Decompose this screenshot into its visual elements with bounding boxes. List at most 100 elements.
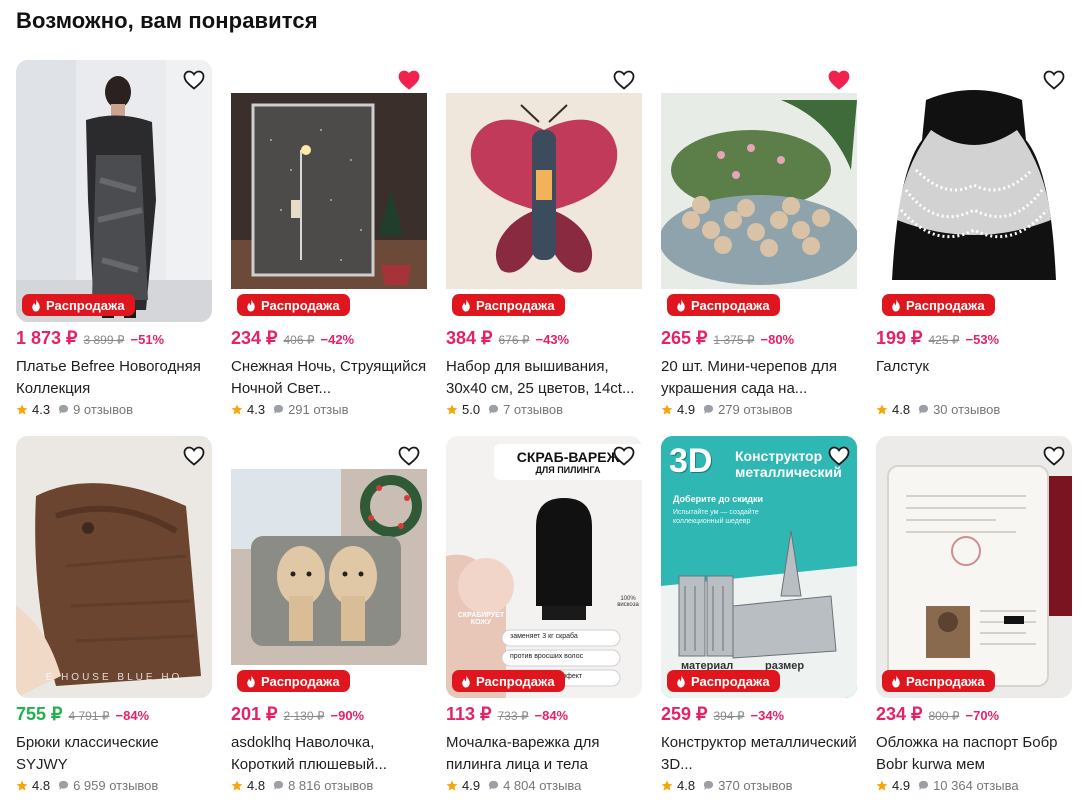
product-name[interactable]: Галстук: [876, 356, 1072, 378]
product-image[interactable]: СКРАБ-ВАРЕЖ ДЛЯ ПИЛИНГА СКРАБИРУЕТ КОЖУ …: [446, 436, 642, 698]
fire-icon: [677, 674, 685, 688]
image-title: СКРАБ-ВАРЕЖ: [516, 449, 620, 465]
old-price: 800 ₽: [928, 709, 960, 723]
chat-bubble-icon: [918, 404, 929, 414]
reviews-count: 8 816 отзывов: [288, 778, 374, 793]
fire-icon: [462, 298, 470, 312]
product-image[interactable]: Распродажа: [231, 436, 427, 698]
discount: −80%: [760, 332, 795, 347]
reviews-count: 4 804 отзыва: [503, 778, 582, 793]
favorite-heart-icon[interactable]: [1042, 444, 1066, 468]
reviews[interactable]: 8 816 отзывов: [273, 778, 373, 793]
product-card[interactable]: Распродажа 199 ₽ 425 ₽ −53% Галстук 4.8 …: [876, 60, 1072, 435]
product-name[interactable]: Мочалка-варежка для пилинга лица и тела: [446, 732, 642, 776]
sale-badge: Распродажа: [237, 294, 350, 316]
rating-value: 4.9: [462, 778, 481, 793]
price-row: 113 ₽ 733 ₽ −84%: [446, 704, 568, 725]
discount: −43%: [535, 332, 570, 347]
price: 259 ₽: [661, 704, 708, 724]
sale-badge: Распродажа: [22, 294, 135, 316]
favorite-heart-icon[interactable]: [612, 68, 636, 92]
star-icon: [16, 404, 28, 415]
rating-value: 4.8: [32, 778, 51, 793]
price-row: 201 ₽ 2 130 ₽ −90%: [231, 704, 364, 725]
price: 113 ₽: [446, 704, 492, 724]
product-image[interactable]: Распродажа: [16, 60, 212, 322]
rating-row: 4.9 279 отзывов: [661, 402, 792, 417]
price-row: 755 ₽ 4 791 ₽ −84%: [16, 704, 149, 725]
discount: −90%: [330, 708, 365, 723]
reviews-count: 10 364 отзыва: [933, 778, 1019, 793]
snow-lamp-photo: [231, 60, 427, 322]
chat-bubble-icon: [273, 404, 284, 414]
product-card[interactable]: Распродажа 234 ₽ 406 ₽ −42% Снежная Ночь…: [231, 60, 427, 435]
rating-row: 4.8 8 816 отзывов: [231, 778, 373, 793]
product-card[interactable]: E HOUSE BLUE HO 755 ₽ 4 791 ₽ −84% Брюки…: [16, 436, 212, 811]
reviews[interactable]: 291 отзыв: [273, 402, 349, 417]
favorite-heart-icon[interactable]: [397, 68, 421, 92]
discount: −70%: [965, 708, 1000, 723]
product-card[interactable]: Распродажа 265 ₽ 1 375 ₽ −80% 20 шт. Мин…: [661, 60, 857, 435]
discount: −34%: [750, 708, 785, 723]
reviews[interactable]: 370 отзывов: [703, 778, 792, 793]
product-name[interactable]: Платье Befree Новогодняя Коллекция: [16, 356, 212, 400]
product-image[interactable]: 3D Конструктор металлический Доберите до…: [661, 436, 857, 698]
reviews-count: 7 отзывов: [503, 402, 564, 417]
product-card[interactable]: 3D Конструктор металлический Доберите до…: [661, 436, 857, 811]
fire-icon: [892, 298, 900, 312]
product-name[interactable]: 20 шт. Мини-черепов для украшения сада н…: [661, 356, 857, 400]
old-price: 406 ₽: [283, 333, 315, 347]
product-card[interactable]: Распродажа 384 ₽ 676 ₽ −43% Набор для вы…: [446, 60, 642, 435]
product-name[interactable]: Снежная Ночь, Струящийся Ночной Свет...: [231, 356, 427, 400]
product-image[interactable]: Распродажа: [231, 60, 427, 322]
favorite-heart-icon[interactable]: [397, 444, 421, 468]
product-card[interactable]: СКРАБ-ВАРЕЖ ДЛЯ ПИЛИНГА СКРАБИРУЕТ КОЖУ …: [446, 436, 642, 811]
product-name[interactable]: Брюки классические SYJWY: [16, 732, 212, 776]
favorite-heart-icon[interactable]: [182, 444, 206, 468]
product-image[interactable]: Распродажа: [876, 60, 1072, 322]
product-name[interactable]: Обложка на паспорт Бобр Bobr kurwa мем: [876, 732, 1072, 776]
product-name[interactable]: asdoklhq Наволочка, Короткий плюшевый...: [231, 732, 427, 776]
rating-row: 5.0 7 отзывов: [446, 402, 563, 417]
product-card[interactable]: Распродажа 1 873 ₽ 3 899 ₽ −51% Платье B…: [16, 60, 212, 435]
chat-bubble-icon: [918, 780, 929, 790]
product-card[interactable]: Распродажа 201 ₽ 2 130 ₽ −90% asdoklhq Н…: [231, 436, 427, 811]
reviews[interactable]: 7 отзывов: [488, 402, 563, 417]
chat-bubble-icon: [58, 780, 69, 790]
trousers-photo: [16, 436, 212, 698]
rating-value: 4.8: [677, 778, 696, 793]
sale-badge-label: Распродажа: [261, 297, 340, 313]
product-name[interactable]: Набор для вышивания, 30x40 см, 25 цветов…: [446, 356, 642, 400]
old-price: 4 791 ₽: [68, 709, 110, 723]
product-image[interactable]: E HOUSE BLUE HO: [16, 436, 212, 698]
favorite-heart-icon[interactable]: [827, 444, 851, 468]
favorite-heart-icon[interactable]: [182, 68, 206, 92]
sale-badge: Распродажа: [452, 294, 565, 316]
reviews[interactable]: 279 отзывов: [703, 402, 792, 417]
favorite-heart-icon[interactable]: [1042, 68, 1066, 92]
image-note: Испытайте ум — создайте коллекционный ше…: [673, 509, 759, 525]
product-name[interactable]: Конструктор металлический 3D...: [661, 732, 857, 776]
favorite-heart-icon[interactable]: [612, 444, 636, 468]
sale-badge-label: Распродажа: [261, 673, 340, 689]
favorite-heart-icon[interactable]: [827, 68, 851, 92]
reviews[interactable]: 6 959 отзывов: [58, 778, 158, 793]
reviews[interactable]: 30 отзывов: [918, 402, 1000, 417]
star-icon: [231, 780, 243, 791]
reviews-count: 370 отзывов: [718, 778, 793, 793]
price-row: 199 ₽ 425 ₽ −53%: [876, 328, 999, 349]
image-title-line: Конструктор: [735, 448, 823, 464]
product-image[interactable]: Распродажа: [876, 436, 1072, 698]
product-image[interactable]: Распродажа: [661, 60, 857, 322]
old-price: 733 ₽: [497, 709, 529, 723]
image-3d-label: 3D: [669, 442, 713, 480]
rating-row: 4.8 6 959 отзывов: [16, 778, 158, 793]
reviews[interactable]: 9 отзывов: [58, 402, 133, 417]
price: 201 ₽: [231, 704, 278, 724]
product-card[interactable]: Распродажа 234 ₽ 800 ₽ −70% Обложка на п…: [876, 436, 1072, 811]
reviews[interactable]: 4 804 отзыва: [488, 778, 581, 793]
product-image[interactable]: Распродажа: [446, 60, 642, 322]
rating-value: 4.3: [32, 402, 51, 417]
reviews[interactable]: 10 364 отзыва: [918, 778, 1019, 793]
passport-cover-photo: [876, 436, 1072, 698]
